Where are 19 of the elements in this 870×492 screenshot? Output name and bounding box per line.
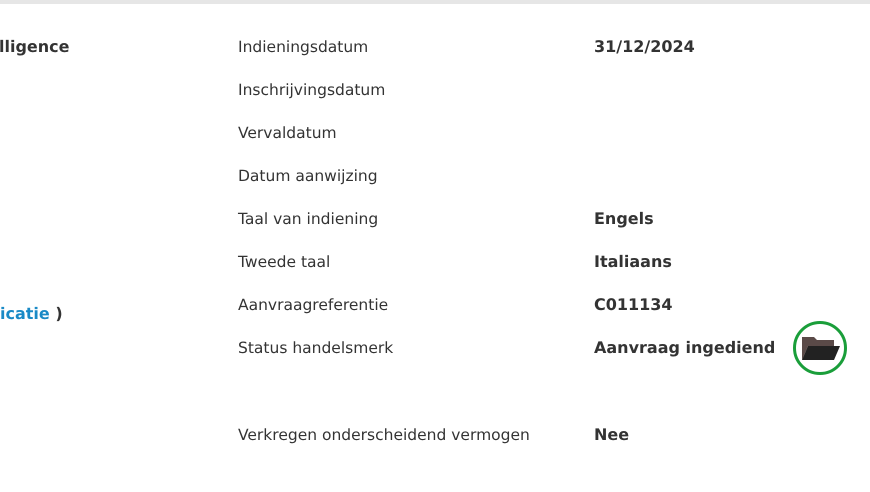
- field-value: C011134: [594, 294, 673, 316]
- link-text: icatie ): [0, 303, 64, 325]
- folder-icon: [800, 334, 840, 362]
- field-label: Verkregen onderscheidend vermogen: [238, 425, 531, 446]
- field-value: Engels: [594, 208, 654, 230]
- field-label: Vervaldatum: [238, 123, 338, 144]
- field-label: Inschrijvingsdatum: [238, 80, 386, 101]
- field-label: Datum aanwijzing: [238, 166, 379, 187]
- field-label: Aanvraagreferentie: [238, 295, 390, 316]
- field-value: Aanvraag ingediend: [594, 337, 776, 359]
- field-label: Taal van indiening: [238, 209, 380, 230]
- field-label: Status handelsmerk: [238, 338, 394, 359]
- field-label: Indieningsdatum: [238, 37, 370, 58]
- field-label: Tweede taal: [238, 252, 332, 273]
- field-value: Nee: [594, 424, 630, 446]
- link[interactable]: icatie: [0, 304, 50, 323]
- section-heading: lligence: [0, 36, 70, 58]
- field-value: 31/12/2024: [594, 36, 695, 58]
- field-value: Italiaans: [594, 251, 672, 273]
